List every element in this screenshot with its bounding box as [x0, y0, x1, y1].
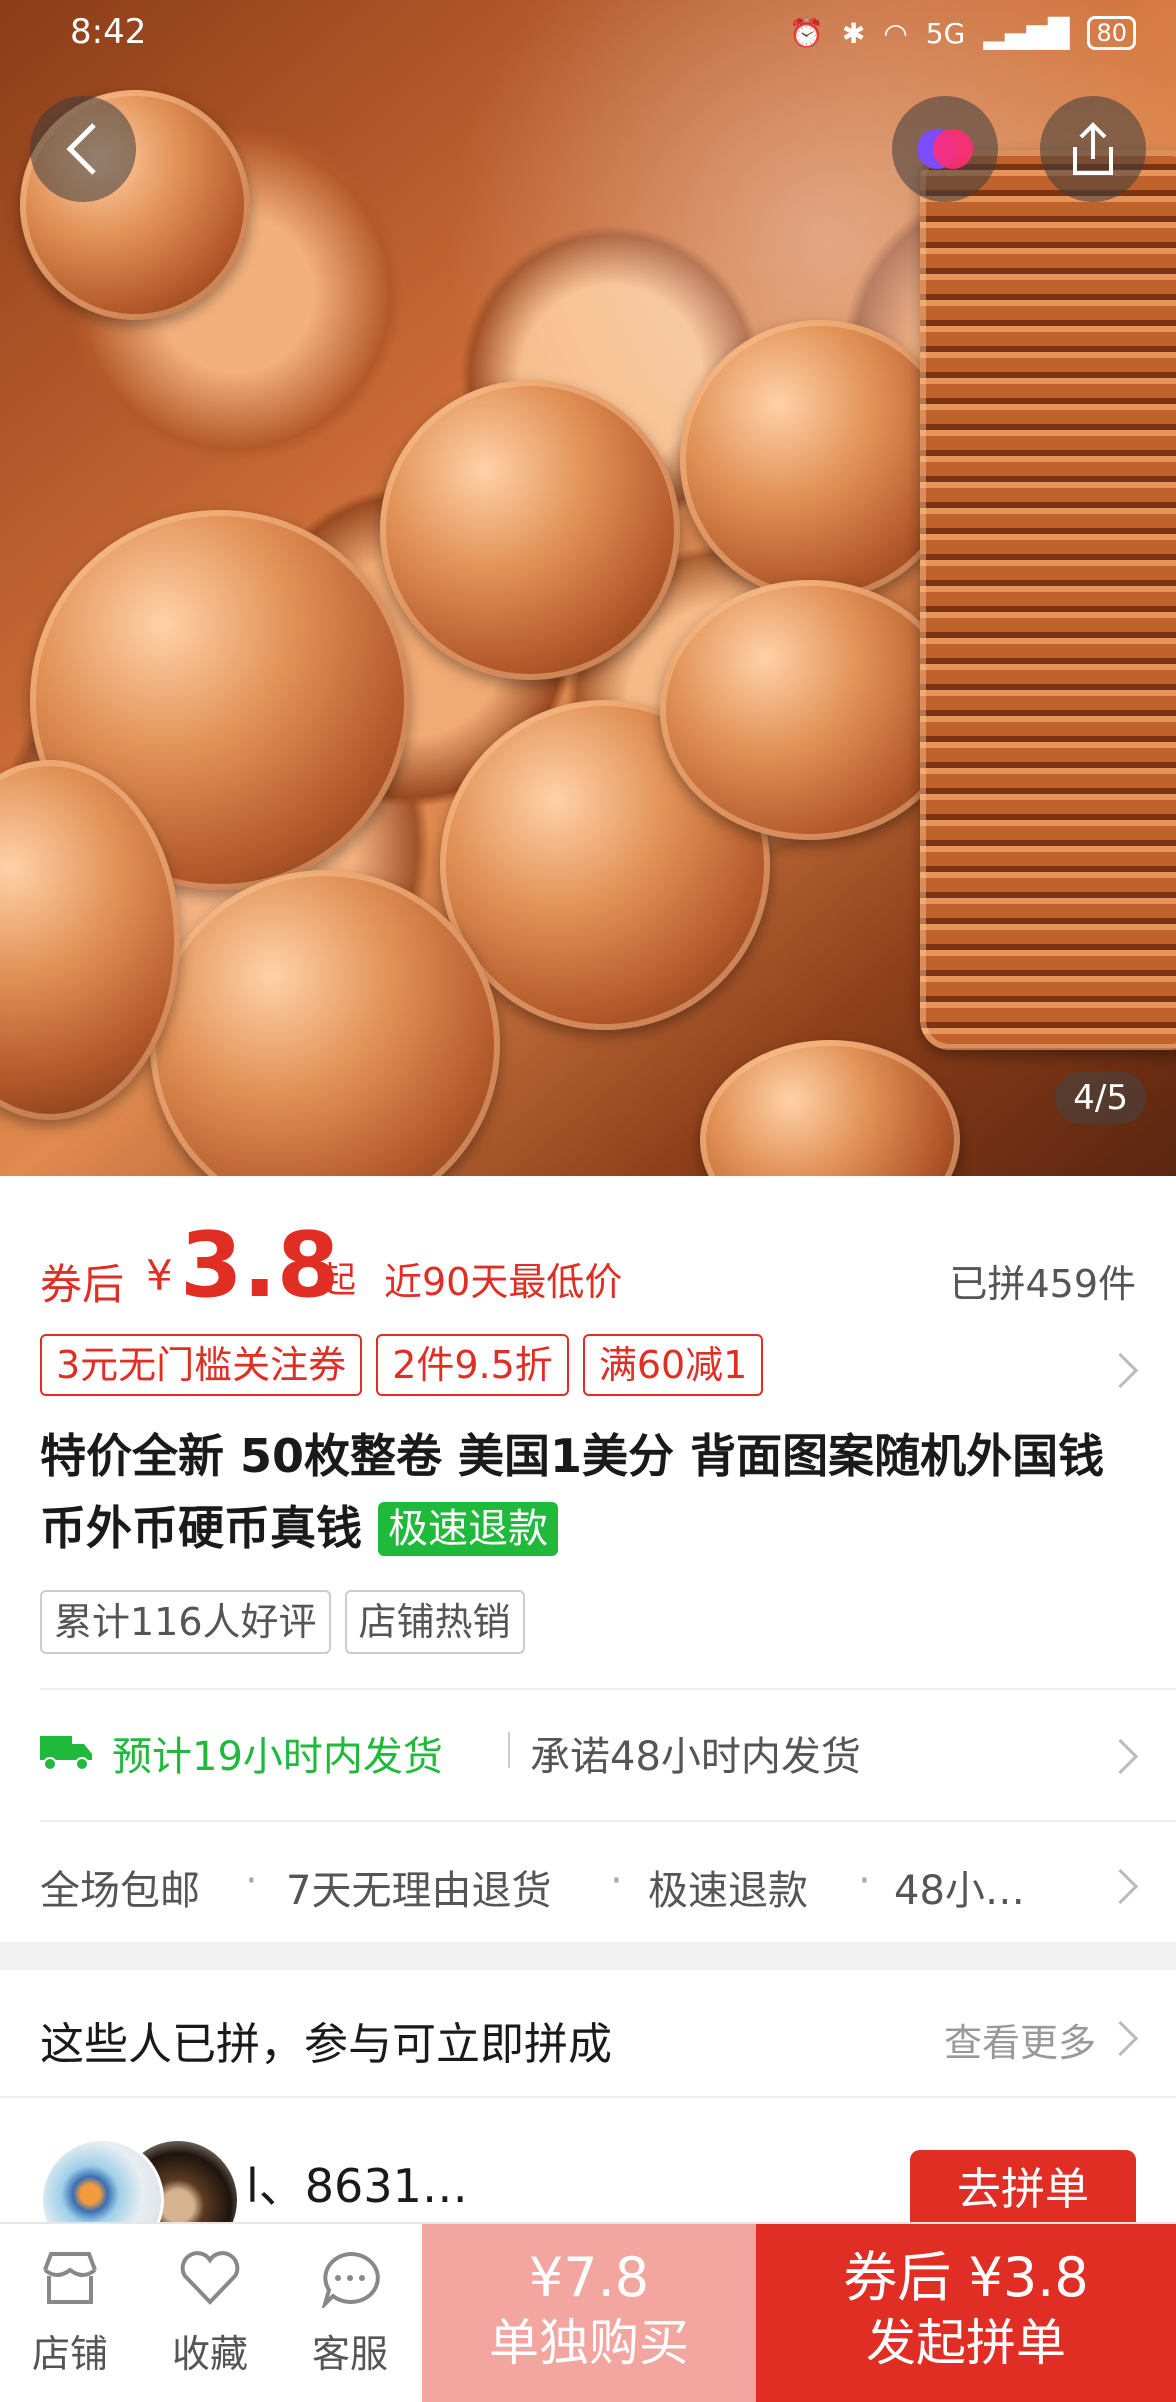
bluetooth-icon: ✱	[841, 16, 866, 50]
store-nav-button[interactable]: 店铺	[10, 2248, 130, 2378]
signal-icon: ▂▄▆█	[983, 16, 1070, 50]
store-nav-label: 店铺	[31, 2332, 108, 2376]
buy-alone-button[interactable]: ¥7.8 单独购买	[422, 2224, 756, 2402]
product-tags: 累计116人好评 店铺热销	[40, 1590, 525, 1654]
coin-roll-graphic	[920, 150, 1176, 1050]
service-item: 48小…	[894, 1868, 1025, 1914]
divider	[40, 1820, 1176, 1822]
favorite-hearts-button[interactable]	[892, 96, 998, 202]
coupon-item[interactable]: 满60减1	[582, 1334, 764, 1396]
separator-dot: ·	[610, 1858, 623, 1904]
price-suffix: 起	[320, 1260, 357, 1301]
price-row: 券后 ¥ 3.8 起 近90天最低价 已拼459件	[40, 1213, 1136, 1318]
group-member-name: l、8631…	[246, 2159, 468, 2213]
fast-refund-badge: 极速退款	[378, 1502, 559, 1556]
battery-indicator: 80	[1087, 16, 1136, 50]
customer-service-nav-button[interactable]: 客服	[290, 2248, 410, 2378]
group-buy-header: 这些人已拼，参与可立即拼成 查看更多	[40, 1998, 1136, 2070]
group-buy-row: l、8631… 去拼单	[40, 2120, 1136, 2262]
chat-icon	[320, 2251, 380, 2311]
separator	[508, 1732, 510, 1768]
favorite-nav-button[interactable]: 收藏	[150, 2248, 270, 2378]
chevron-right-icon[interactable]	[1102, 1352, 1139, 1389]
buy-alone-label: 单独购买	[489, 2314, 689, 2372]
tag-item: 累计116人好评	[40, 1590, 331, 1654]
divider	[0, 2096, 1176, 2098]
back-icon	[66, 123, 96, 175]
shipping-estimate: 预计19小时内发货	[112, 1734, 443, 1780]
buy-alone-price: ¥7.8	[528, 2246, 650, 2309]
coupon-item[interactable]: 2件9.5折	[376, 1334, 569, 1396]
network-label: 5G	[925, 16, 966, 50]
status-bar: 8:42 ⏰ ✱ ◠ 5G ▂▄▆█ 80	[0, 0, 1176, 70]
product-image[interactable]	[0, 0, 1176, 1176]
group-buy-label: 发起拼单	[866, 2314, 1066, 2372]
price-amount: 3.8	[180, 1213, 340, 1318]
store-icon	[43, 2252, 97, 2304]
service-item: 7天无理由退货	[286, 1868, 552, 1914]
tag-item: 店铺热销	[344, 1590, 525, 1654]
group-buy-price: 券后 ¥3.8	[843, 2246, 1089, 2309]
coupon-item[interactable]: 3元无门槛关注券	[40, 1334, 363, 1396]
service-item: 极速退款	[648, 1868, 808, 1914]
service-item: 全场包邮	[40, 1868, 200, 1914]
coin-graphic	[680, 320, 960, 600]
status-icons: ⏰ ✱ ◠ 5G ▂▄▆█ 80	[789, 16, 1136, 50]
divider	[40, 1688, 1176, 1690]
product-title-text: 特价全新 50枚整卷 美国1美分 背面图案随机外国钱币外币硬币真钱	[40, 1429, 1105, 1555]
start-group-buy-button[interactable]: 券后 ¥3.8 发起拼单	[756, 2224, 1176, 2402]
favorite-nav-label: 收藏	[171, 2332, 248, 2376]
alarm-icon: ⏰	[789, 16, 824, 50]
group-buy-title: 这些人已拼，参与可立即拼成	[40, 2019, 612, 2070]
shipping-promise: 承诺48小时内发货	[530, 1734, 861, 1780]
separator-dot: ·	[858, 1858, 871, 1904]
status-time: 8:42	[70, 12, 147, 52]
coin-graphic	[380, 380, 680, 680]
customer-service-nav-label: 客服	[311, 2332, 388, 2376]
heart-icon	[180, 2251, 240, 2305]
share-button[interactable]	[1040, 96, 1146, 202]
image-page-indicator: 4/5	[1055, 1072, 1146, 1124]
wifi-icon: ◠	[883, 16, 908, 50]
lowest-price-tag: 近90天最低价	[384, 1260, 623, 1304]
coin-graphic	[660, 580, 960, 840]
separator-dot: ·	[245, 1858, 258, 1904]
price-prefix: 券后	[40, 1260, 125, 1309]
coin-graphic	[700, 1040, 960, 1176]
sold-count: 已拼459件	[949, 1262, 1136, 1306]
price-currency: ¥	[146, 1251, 173, 1300]
hearts-icon	[917, 129, 973, 169]
share-icon	[1073, 122, 1113, 175]
service-row[interactable]: 全场包邮 · 7天无理由退货 · 极速退款 · 48小…	[40, 1852, 1136, 1918]
coupon-list[interactable]: 3元无门槛关注券 2件9.5折 满60减1	[40, 1334, 764, 1396]
back-button[interactable]	[30, 96, 136, 202]
view-more-link[interactable]: 查看更多	[944, 2012, 1096, 2067]
bottom-action-bar: 店铺 收藏 客服 ¥7.8 单独购买 券后 ¥3.8 发起拼单	[0, 2222, 1176, 2402]
shipping-row[interactable]: 预计19小时内发货 承诺48小时内发货	[40, 1718, 1136, 1788]
product-title: 特价全新 50枚整卷 美国1美分 背面图案随机外国钱币外币硬币真钱 极速退款	[40, 1420, 1140, 1564]
section-gap	[0, 1942, 1176, 1970]
truck-icon	[40, 1736, 92, 1771]
